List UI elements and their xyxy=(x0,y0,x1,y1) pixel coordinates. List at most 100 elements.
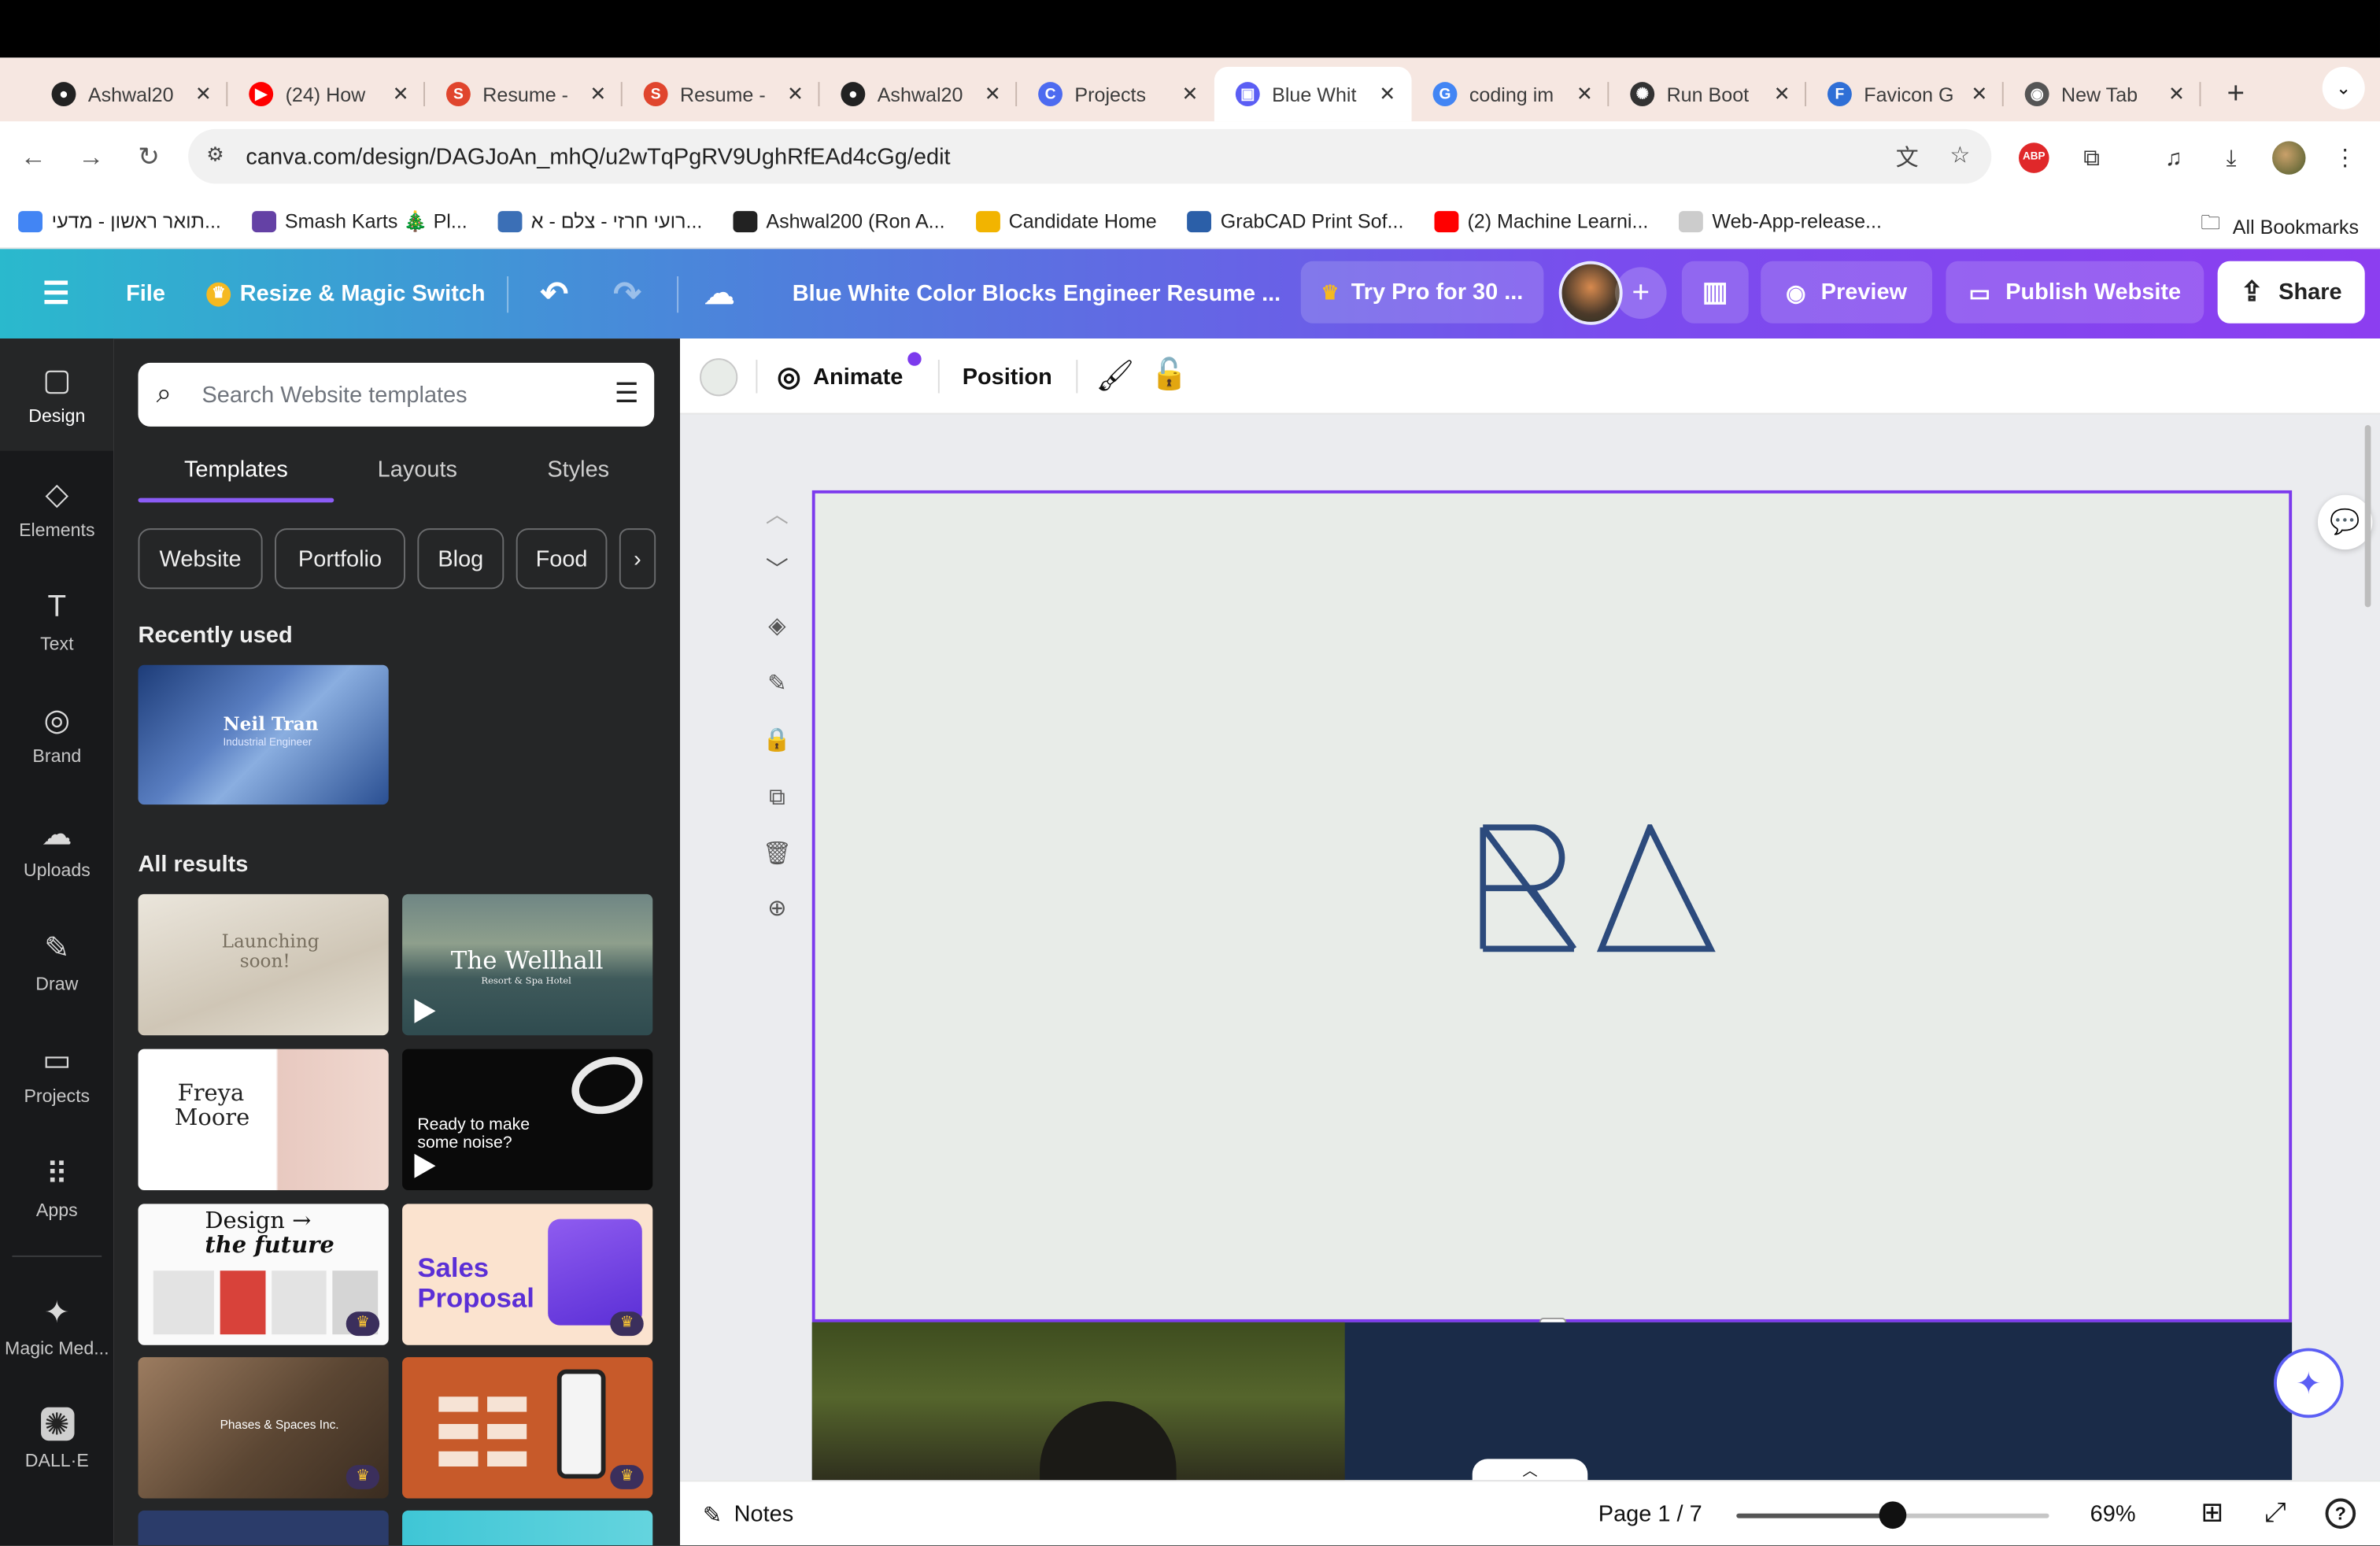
zoom-slider[interactable] xyxy=(1736,1501,2049,1529)
tab-styles[interactable]: Styles xyxy=(505,457,651,502)
template-thumbnail[interactable]: Launching soon! xyxy=(138,893,389,1036)
close-tab-icon[interactable]: ✕ xyxy=(2164,82,2189,106)
bookmark-item[interactable]: GrabCAD Print Sof... xyxy=(1187,209,1403,232)
back-button[interactable]: ← xyxy=(12,137,54,179)
download-icon[interactable]: ⤓ xyxy=(2213,139,2249,176)
redo-button[interactable]: ↷ xyxy=(613,249,641,338)
bookmark-star-icon[interactable]: ☆ xyxy=(1949,141,1970,168)
browser-tab[interactable]: S Resume - ✕ xyxy=(425,67,623,121)
close-tab-icon[interactable]: ✕ xyxy=(783,82,808,106)
copy-style-icon[interactable]: 🖌 xyxy=(1096,357,1134,394)
bookmark-item[interactable]: (2) Machine Learni... xyxy=(1434,209,1648,232)
template-thumbnail[interactable]: ♛ xyxy=(402,1357,653,1499)
template-thumbnail[interactable]: Phases & Spaces Inc. ♛ xyxy=(138,1357,389,1499)
page-1[interactable]: RA xyxy=(811,490,2293,1327)
rail-item-uploads[interactable]: ☁ Uploads xyxy=(0,793,114,905)
close-tab-icon[interactable]: ✕ xyxy=(981,82,1005,106)
tab-templates[interactable]: Templates xyxy=(138,457,334,502)
file-menu[interactable]: File xyxy=(126,249,165,338)
rail-item-apps[interactable]: ⠿ Apps xyxy=(0,1133,114,1245)
translate-icon[interactable]: 文 xyxy=(1896,141,1919,172)
template-thumbnail[interactable]: Freya Moore xyxy=(138,1049,389,1190)
profile-photo[interactable] xyxy=(811,1322,1345,1481)
lock-icon[interactable]: 🔓 xyxy=(1151,355,1188,393)
page-indicator[interactable]: Page 1 / 7 xyxy=(1598,1481,1702,1545)
add-collaborator-button[interactable]: + xyxy=(1614,267,1667,319)
browser-tab[interactable]: ● Ashwal20 ✕ xyxy=(31,67,228,121)
reload-button[interactable]: ↻ xyxy=(128,137,170,179)
browser-tab[interactable]: ● Ashwal20 ✕ xyxy=(819,67,1018,121)
browser-tab[interactable]: ▣ Blue Whit ✕ xyxy=(1214,66,1412,122)
try-pro-button[interactable]: ♛ Try Pro for 30 ... xyxy=(1300,261,1544,324)
grid-view-icon[interactable]: ⊞ xyxy=(2201,1497,2223,1529)
rail-item-projects[interactable]: ▭ Projects xyxy=(0,1019,114,1131)
browser-tab[interactable]: C Projects ✕ xyxy=(1017,67,1214,121)
browser-tab[interactable]: ◉ New Tab ✕ xyxy=(2004,67,2201,121)
bookmark-item[interactable]: Smash Karts 🎄 Pl... xyxy=(251,209,468,233)
filter-icon[interactable]: ☰ xyxy=(615,378,639,410)
rail-item-dall-e[interactable]: ✺ DALL·E xyxy=(0,1383,114,1496)
animate-button[interactable]: ◎ Animate xyxy=(777,338,903,414)
template-search-input[interactable]: ⌕ Search Website templates ☰ xyxy=(138,362,655,427)
rail-item-magic-med[interactable]: ✦ Magic Med... xyxy=(0,1270,114,1383)
chip-blog[interactable]: Blog xyxy=(417,528,504,590)
site-settings-icon[interactable]: ⚙ xyxy=(206,142,224,167)
ra-monogram-logo[interactable]: RA xyxy=(1480,824,1723,961)
expand-pages-button[interactable]: ︿ xyxy=(1472,1459,1588,1481)
tab-search-button[interactable]: ⌄ xyxy=(2322,66,2365,109)
lock-page-icon[interactable]: 🔒 xyxy=(759,721,795,757)
cloud-save-icon[interactable]: ☁ xyxy=(704,249,735,338)
browser-tab[interactable]: ▶ (24) How ✕ xyxy=(227,67,425,121)
browser-tab[interactable]: F Favicon G ✕ xyxy=(1806,67,2004,121)
close-tab-icon[interactable]: ✕ xyxy=(191,82,216,106)
duplicate-page-icon[interactable]: ⧉ xyxy=(759,779,795,815)
insights-button[interactable]: ▥ xyxy=(1681,261,1749,324)
rail-item-design[interactable]: ▢ Design xyxy=(0,338,114,451)
preview-button[interactable]: ◉ Preview xyxy=(1761,261,1933,324)
position-button[interactable]: Position xyxy=(963,338,1052,414)
page-up-icon[interactable]: ︿ xyxy=(759,495,795,531)
template-thumbnail[interactable]: Design → the future ♛ xyxy=(138,1204,389,1345)
background-color-swatch[interactable] xyxy=(700,358,738,397)
close-tab-icon[interactable]: ✕ xyxy=(586,82,610,106)
chip-website[interactable]: Website xyxy=(138,528,263,590)
page-notes-icon[interactable]: ✎ xyxy=(759,665,795,701)
hide-page-icon[interactable]: ◈ xyxy=(759,607,795,643)
tab-layouts[interactable]: Layouts xyxy=(342,457,493,502)
close-tab-icon[interactable]: ✕ xyxy=(389,82,413,106)
close-tab-icon[interactable]: ✕ xyxy=(1572,82,1597,106)
chip-food[interactable]: Food xyxy=(516,528,608,590)
template-thumbnail[interactable] xyxy=(138,1510,389,1546)
fullscreen-icon[interactable]: ⤢ xyxy=(2264,1497,2286,1529)
browser-tab[interactable]: ✺ Run Boot ✕ xyxy=(1609,67,1806,121)
close-tab-icon[interactable]: ✕ xyxy=(1178,82,1203,106)
page-2[interactable] xyxy=(811,1322,2293,1481)
chip-portfolio[interactable]: Portfolio xyxy=(275,528,405,590)
forward-button[interactable]: → xyxy=(70,137,113,179)
rail-item-brand[interactable]: ◎ Brand xyxy=(0,679,114,791)
bookmark-item[interactable]: Web-App-release... xyxy=(1678,209,1882,232)
extensions-icon[interactable]: ⧉ xyxy=(2073,139,2109,176)
notes-button[interactable]: ✎ Notes xyxy=(703,1481,793,1545)
template-thumbnail[interactable]: Sales Proposal ♛ xyxy=(402,1204,653,1345)
template-thumbnail[interactable]: The Wellhall Resort & Spa Hotel xyxy=(402,893,653,1036)
address-bar[interactable]: ⚙ canva.com/design/DAGJoAn_mhQ/u2wTqPgRV… xyxy=(188,128,1992,184)
document-title[interactable]: Blue White Color Blocks Engineer Resume … xyxy=(793,249,1281,338)
bookmark-item[interactable]: תואר ראשון - מדעי... xyxy=(18,209,221,232)
template-thumbnail[interactable] xyxy=(402,1510,653,1546)
new-tab-button[interactable]: + xyxy=(2213,67,2259,121)
publish-website-button[interactable]: ▭ Publish Website xyxy=(1946,261,2204,324)
browser-menu-icon[interactable]: ⋮ xyxy=(2326,139,2363,176)
bookmark-item[interactable]: Ashwal200 (Ron A... xyxy=(732,209,945,232)
rail-item-draw[interactable]: ✎ Draw xyxy=(0,906,114,1019)
profile-avatar[interactable] xyxy=(2271,139,2307,176)
browser-tab[interactable]: S Resume - ✕ xyxy=(623,67,820,121)
zoom-percent[interactable]: 69% xyxy=(2090,1481,2136,1545)
close-tab-icon[interactable]: ✕ xyxy=(1375,82,1399,106)
help-icon[interactable]: ? xyxy=(2325,1498,2356,1529)
bookmark-item[interactable]: רועי חרזי - צלם - א... xyxy=(497,209,702,232)
resize-magic-switch-button[interactable]: ♛ Resize & Magic Switch xyxy=(206,249,486,338)
all-bookmarks[interactable]: 🗀 All Bookmarks xyxy=(2201,209,2359,242)
canvas-scrollbar[interactable] xyxy=(2364,424,2371,608)
rail-item-text[interactable]: T Text xyxy=(0,566,114,679)
